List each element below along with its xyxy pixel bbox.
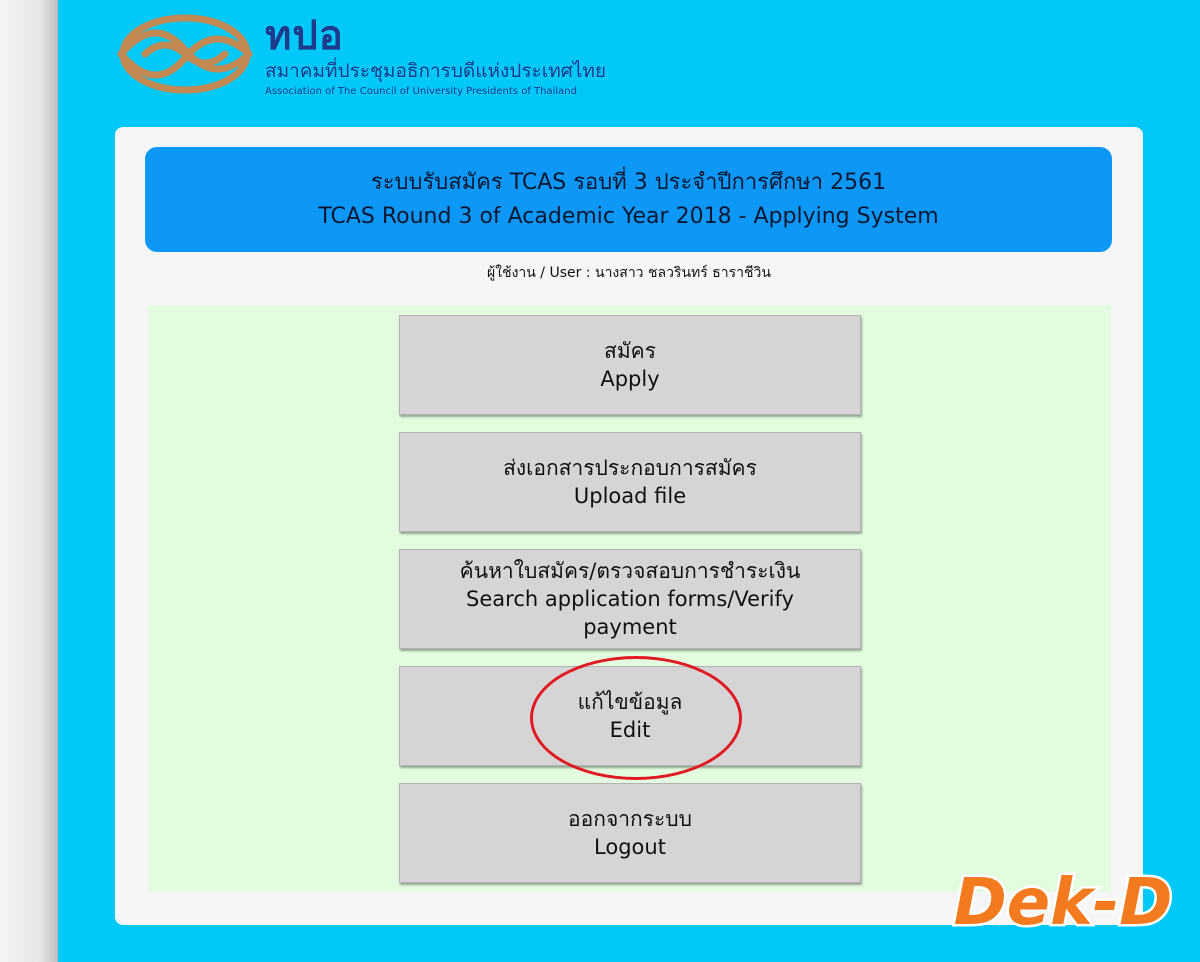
upload-label-english: Upload file xyxy=(573,484,687,508)
upload-file-button[interactable]: ส่งเอกสารประกอบการสมัคร Upload file xyxy=(399,432,861,532)
logout-button[interactable]: ออกจากระบบ Logout xyxy=(399,783,861,883)
apply-button[interactable]: สมัคร Apply xyxy=(399,315,861,415)
system-title-english: TCAS Round 3 of Academic Year 2018 - App… xyxy=(318,203,939,229)
upload-label-thai: ส่งเอกสารประกอบการสมัคร xyxy=(503,456,757,480)
edit-button[interactable]: แก้ไขข้อมูล Edit xyxy=(399,666,861,766)
watermark-text: Dek-D xyxy=(954,866,1173,937)
dek-d-watermark-logo: Dek-D xyxy=(951,864,1175,938)
logout-label-thai: ออกจากระบบ xyxy=(568,807,692,831)
left-page-strip xyxy=(0,0,58,962)
logo-abbreviation: ทปอ xyxy=(265,13,344,59)
search-verify-payment-button[interactable]: ค้นหาใบสมัคร/ตรวจสอบการชำระเงิน Search a… xyxy=(399,549,861,649)
edit-label-english: Edit xyxy=(609,718,651,742)
apply-label-english: Apply xyxy=(600,367,660,391)
apply-label-thai: สมัคร xyxy=(604,339,656,363)
org-name-thai: สมาคมที่ประชุมอธิการบดีแห่งประเทศไทย xyxy=(265,60,607,82)
main-card: ระบบรับสมัคร TCAS รอบที่ 3 ประจำปีการศึก… xyxy=(115,127,1143,925)
system-title-thai: ระบบรับสมัคร TCAS รอบที่ 3 ประจำปีการศึก… xyxy=(370,169,887,195)
current-user-label: ผู้ใช้งาน / User : นางสาว ชลวรินทร์ ธารา… xyxy=(487,265,771,281)
logout-label-english: Logout xyxy=(594,835,666,859)
edit-label-thai: แก้ไขข้อมูล xyxy=(577,690,683,714)
search-label-thai: ค้นหาใบสมัคร/ตรวจสอบการชำระเงิน xyxy=(459,559,801,583)
cupt-emblem-icon xyxy=(117,14,253,94)
menu-panel: สมัคร Apply ส่งเอกสารประกอบการสมัคร Uplo… xyxy=(148,305,1111,892)
search-label-english: Search application forms/Verify payment xyxy=(466,587,794,639)
system-title-banner: ระบบรับสมัคร TCAS รอบที่ 3 ประจำปีการศึก… xyxy=(145,147,1112,252)
org-name-english: Association of The Council of University… xyxy=(265,86,577,97)
org-logo: ทปอ สมาคมที่ประชุมอธิการบดีแห่งประเทศไทย… xyxy=(115,10,606,100)
